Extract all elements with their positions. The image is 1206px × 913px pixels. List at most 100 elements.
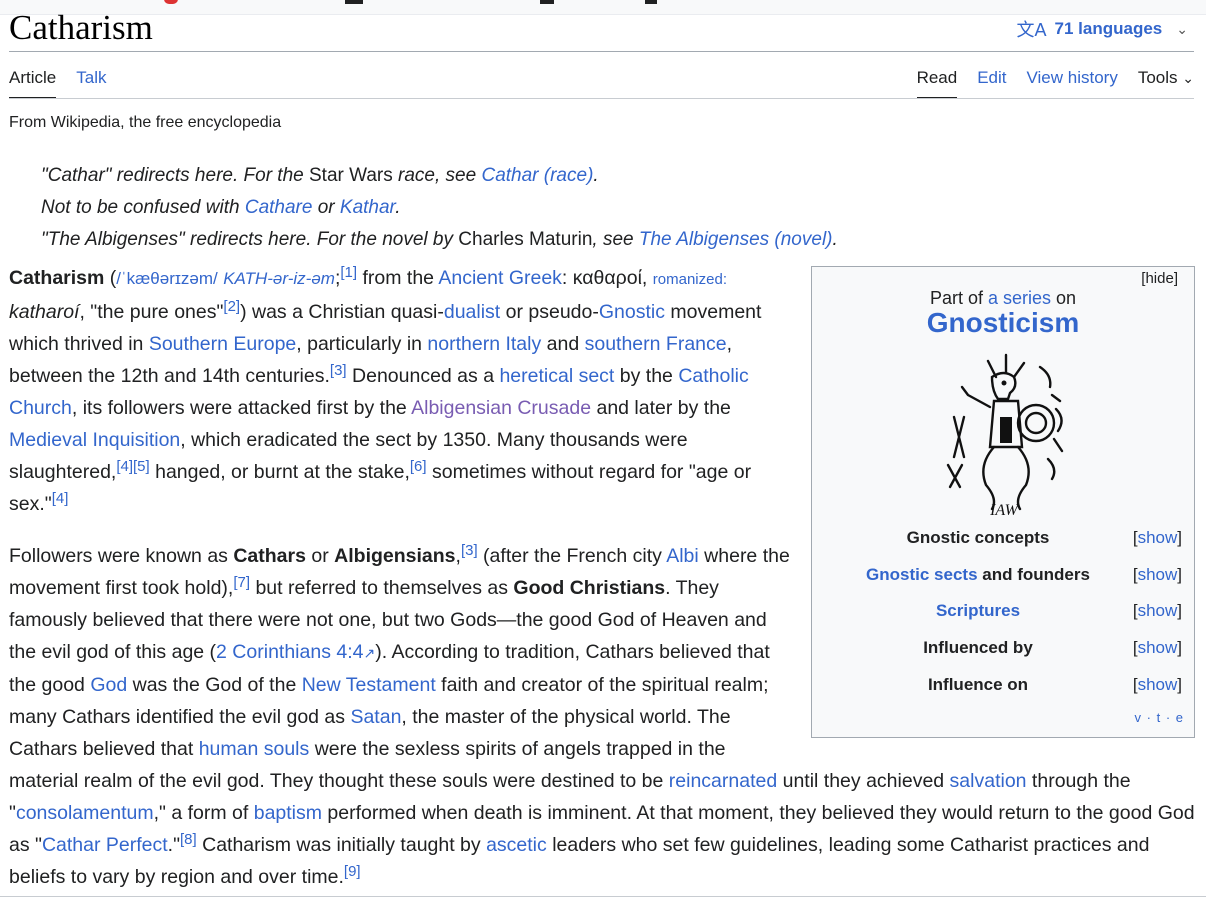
caption-text: on [1051, 288, 1077, 308]
reference-link[interactable]: [2] [223, 298, 240, 315]
link-ipa-pronunciation[interactable]: /ˈkæθərɪzəm/ [116, 269, 217, 288]
bold-term: Good Christians [513, 577, 666, 599]
show-link[interactable]: show [1138, 601, 1178, 620]
languages-label: 71 languages [1054, 19, 1163, 38]
text: ," a form of [153, 802, 254, 824]
text: , "the pure ones" [79, 301, 224, 323]
show-link[interactable]: show [1138, 675, 1178, 694]
link-southern-europe[interactable]: Southern Europe [149, 333, 296, 355]
reference-link[interactable]: [3] [330, 362, 347, 379]
text: Followers were known as [9, 545, 234, 567]
caption-text: Part of [929, 288, 988, 308]
text: katharoí [9, 301, 80, 323]
reference-link[interactable]: [8] [180, 831, 197, 848]
link-romanized[interactable]: romanized: [653, 271, 727, 288]
show-toggle[interactable]: [show] [1133, 638, 1182, 658]
link-human-souls[interactable]: human souls [199, 738, 310, 760]
translate-icon: 文A [1016, 20, 1047, 40]
link-baptism[interactable]: baptism [254, 802, 322, 824]
hide-label: [hide] [1141, 270, 1178, 287]
link-northern-italy[interactable]: northern Italy [427, 333, 541, 355]
link-albi[interactable]: Albi [666, 545, 699, 567]
series-caption: Part of a series on [812, 288, 1194, 309]
link-cathar-race[interactable]: Cathar (race) [481, 165, 593, 186]
hatnote-text: race, see [392, 165, 482, 186]
link-consolamentum[interactable]: consolamentum [16, 802, 154, 824]
link-cathar-perfect[interactable]: Cathar Perfect [42, 834, 168, 856]
row-label: Gnostic concepts [906, 528, 1050, 547]
link-scriptures[interactable]: Scriptures [936, 601, 1020, 620]
link-gnostic-sects[interactable]: Gnostic sects [866, 565, 978, 584]
tab-view-history[interactable]: View history [1027, 68, 1118, 99]
navbox-vte-links[interactable]: v · t · e [1135, 710, 1184, 725]
tab-talk[interactable]: Talk [76, 68, 106, 99]
show-toggle[interactable]: [show] [1133, 601, 1182, 621]
text: from the [357, 267, 439, 289]
row-label-tail: and founders [977, 565, 1090, 584]
link-2-corinthians[interactable]: 2 Corinthians 4:4↗ [216, 641, 375, 663]
show-toggle[interactable]: [show] [1133, 565, 1182, 585]
toolbar-mark [645, 0, 657, 4]
chevron-down-icon: ⌄ [1176, 20, 1188, 37]
hatnote-text: . [593, 165, 599, 186]
bold-term: Cathars [233, 545, 306, 567]
link-heretical-sect[interactable]: heretical sect [499, 365, 614, 387]
tab-tools[interactable]: Tools ⌄ [1138, 68, 1194, 99]
hatnote-text: "Cathar" redirects here. For the [41, 165, 309, 186]
link-cathare[interactable]: Cathare [245, 197, 313, 218]
tab-edit[interactable]: Edit [977, 68, 1006, 99]
row-label: Scriptures [858, 601, 1098, 621]
hide-toggle[interactable]: [hide] [1141, 270, 1178, 287]
reference-link[interactable]: [9] [344, 863, 361, 880]
reference-link[interactable]: [1] [340, 264, 357, 281]
link-dualist[interactable]: dualist [444, 301, 500, 323]
reference-link[interactable]: [5] [133, 458, 150, 475]
row-label: Influence on [927, 675, 1029, 694]
link-ancient-greek[interactable]: Ancient Greek [438, 267, 562, 289]
link-satan[interactable]: Satan [350, 706, 401, 728]
link-kathar[interactable]: Kathar [340, 197, 395, 218]
text: by the [614, 365, 679, 387]
tools-label: Tools [1137, 68, 1178, 87]
reference-link[interactable]: [6] [410, 458, 427, 475]
link-gnostic[interactable]: Gnostic [599, 301, 665, 323]
emblem-inscription: IAW [989, 502, 1020, 519]
show-link[interactable]: show [1138, 528, 1178, 547]
link-new-testament[interactable]: New Testament [302, 674, 436, 696]
tab-article[interactable]: Article [9, 68, 57, 99]
reference-link[interactable]: [7] [233, 574, 250, 591]
tab-read[interactable]: Read [916, 68, 958, 99]
link-ascetic[interactable]: ascetic [486, 834, 547, 856]
notification-dot [164, 0, 178, 4]
link-reincarnated[interactable]: reincarnated [669, 770, 777, 792]
link-a-series[interactable]: a series [988, 288, 1051, 308]
reference-link[interactable]: [3] [461, 542, 478, 559]
text: Catharism was initially taught by [196, 834, 487, 856]
link-respelling[interactable]: KATH-ər-iz-əm [223, 269, 335, 288]
languages-button[interactable]: 文A 71 languages ⌄ [1017, 16, 1188, 42]
show-toggle[interactable]: [show] [1133, 675, 1182, 695]
view-tabs: Read Edit View history Tools ⌄ [916, 68, 1194, 99]
page-title: Catharism [9, 8, 153, 47]
reference-link[interactable]: [4] [52, 490, 69, 507]
link-southern-france[interactable]: southern France [585, 333, 727, 355]
text: and later by the [591, 397, 731, 419]
text: hanged, or burnt at the stake, [149, 461, 410, 483]
text: ( [104, 267, 117, 289]
show-link[interactable]: show [1138, 565, 1178, 584]
hatnote: "The Albigenses" redirects here. For the… [41, 224, 838, 256]
link-god[interactable]: God [90, 674, 127, 696]
link-salvation[interactable]: salvation [950, 770, 1027, 792]
chevron-down-icon: ⌄ [1182, 70, 1194, 86]
toolbar-mark [345, 0, 363, 4]
show-link[interactable]: show [1138, 638, 1178, 657]
link-medieval-inquisition[interactable]: Medieval Inquisition [9, 429, 180, 451]
series-title-link[interactable]: Gnosticism [812, 307, 1194, 339]
hatnote-text: Star Wars [309, 165, 393, 186]
reference-link[interactable]: [4] [116, 458, 133, 475]
site-tagline: From Wikipedia, the free encyclopedia [9, 114, 282, 131]
link-albigensian-crusade[interactable]: Albigensian Crusade [411, 397, 591, 419]
link-albigenses-novel[interactable]: The Albigenses (novel) [639, 229, 833, 250]
text: Denounced as a [346, 365, 500, 387]
show-toggle[interactable]: [show] [1133, 528, 1182, 548]
